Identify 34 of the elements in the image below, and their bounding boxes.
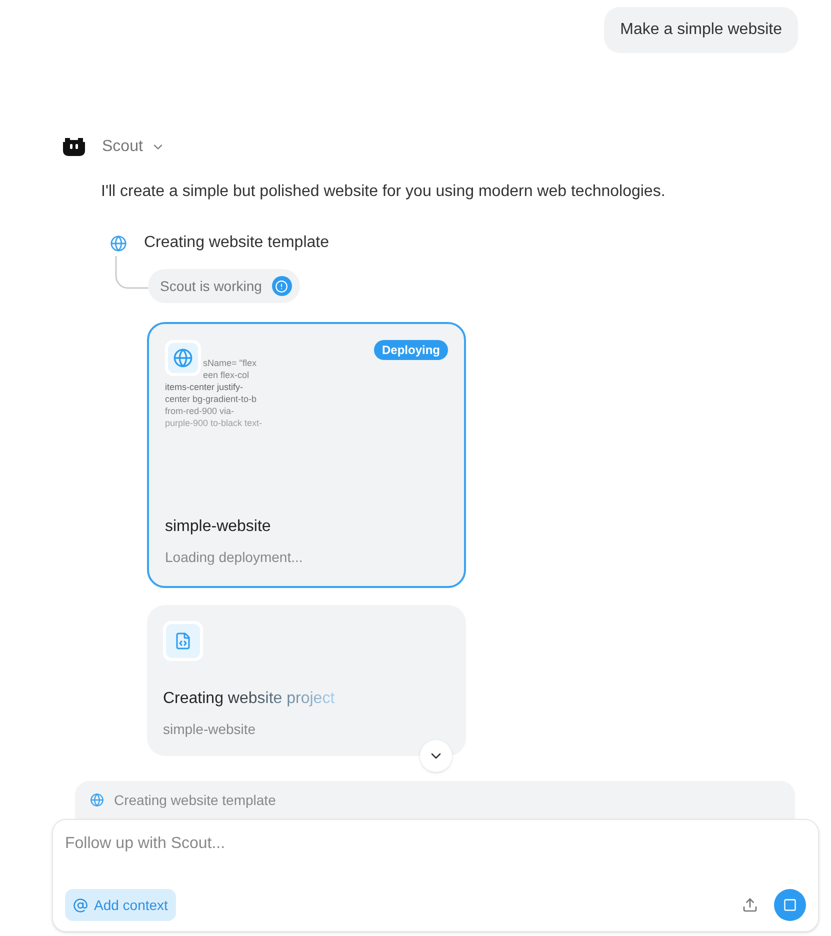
connector-line — [115, 256, 148, 292]
task-title: Creating website template — [114, 790, 276, 810]
bear-logo-icon — [62, 137, 86, 157]
status-pill: Scout is working — [148, 269, 300, 303]
upload-button[interactable] — [742, 897, 758, 913]
code-line: sName= "flex — [202, 357, 256, 369]
globe-icon — [90, 793, 104, 807]
step-title: Creating website template — [144, 233, 329, 253]
code-line: purple-900 to-black text- — [165, 417, 262, 429]
project-card[interactable]: Creating website project simple-website — [147, 605, 466, 756]
code-line: from-red-900 via- — [165, 405, 234, 417]
globe-icon — [110, 234, 127, 252]
code-line: een flex-col — [202, 369, 250, 381]
upload-icon — [742, 897, 758, 913]
assistant-message: I'll create a simple but polished website for you using modern web technologies. — [101, 182, 666, 202]
user-message: Make a simple website — [604, 7, 798, 53]
task-panel[interactable]: Creating website template — [75, 781, 795, 819]
message-input[interactable]: Follow up with Scout... — [65, 832, 806, 856]
card-subtitle: simple-website — [163, 720, 257, 739]
info-icon — [272, 276, 292, 296]
globe-icon — [168, 343, 198, 373]
stop-icon — [783, 898, 797, 912]
stop-button[interactable] — [774, 889, 806, 921]
code-line: items-center justify- — [165, 381, 244, 393]
at-sign-icon — [73, 898, 88, 912]
agent-selector[interactable]: Scout — [102, 135, 165, 159]
card-title: simple-website — [165, 517, 272, 537]
expand-button[interactable] — [420, 740, 452, 772]
code-line: center bg-gradient-to-b — [165, 393, 257, 405]
deployment-card[interactable]: Deploying sName= "flex een flex-col items-center justify- center bg-gradient-to-b from-red-900 via- purple-900 to-black text- simple-website Loading deployment... — [147, 322, 466, 588]
deploying-badge: Deploying — [374, 340, 448, 360]
add-context-button[interactable]: Add context — [65, 889, 176, 921]
card-subtitle: Loading deployment... — [165, 548, 304, 567]
code-file-icon — [166, 624, 200, 658]
